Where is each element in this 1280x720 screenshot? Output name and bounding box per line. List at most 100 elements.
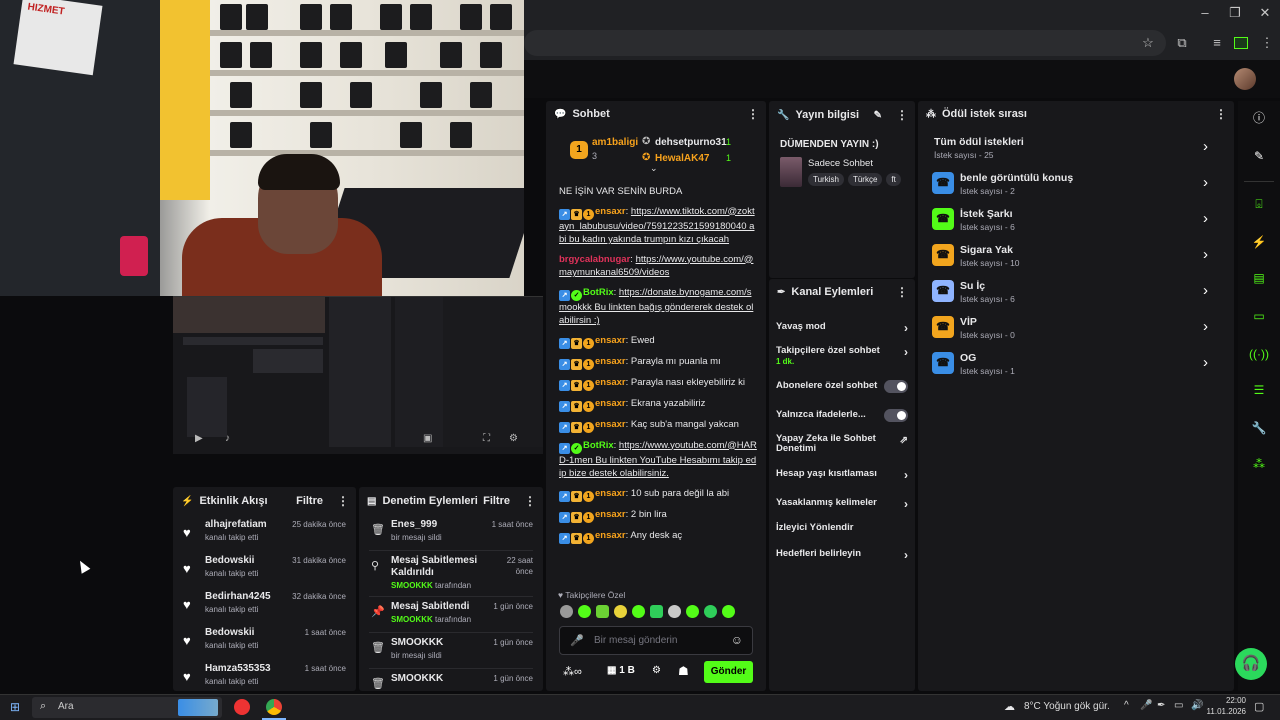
emote-icon[interactable] <box>596 605 609 618</box>
chat-username[interactable]: ensaxr <box>595 419 626 430</box>
category-thumbnail[interactable] <box>780 157 802 187</box>
document-icon[interactable]: ▤ <box>1246 265 1272 291</box>
feed-user[interactable]: Bedowskii <box>205 555 254 566</box>
chat-settings-icon[interactable]: ⚙ <box>652 665 661 676</box>
stream-preview[interactable]: ▶ ♪ ▣ ⛶ ⚙ <box>173 296 543 454</box>
reward-menu-icon[interactable]: ⋮ <box>1215 107 1227 121</box>
chat-menu-icon[interactable]: ⋮ <box>747 107 759 121</box>
account-age-action[interactable]: Hesap yaşı kısıtlaması › <box>776 468 908 482</box>
channel-actions-menu-icon[interactable]: ⋮ <box>896 285 908 299</box>
emote-icon[interactable] <box>614 605 627 618</box>
chat-username[interactable]: ensaxr <box>595 509 626 520</box>
moderation-filter-button[interactable]: Filtre <box>483 495 510 507</box>
reading-list-icon[interactable]: ≡ <box>1208 34 1226 52</box>
gifter-name[interactable]: HewalAK47 <box>655 153 709 164</box>
subs-only-toggle[interactable] <box>884 380 908 393</box>
bookmark-star-icon[interactable]: ☆ <box>1139 34 1157 52</box>
tag-chip[interactable]: Turkish <box>808 173 844 186</box>
wrench-icon[interactable]: 🔧 <box>1246 415 1272 441</box>
reward-icon[interactable]: ⁂ <box>1246 451 1272 477</box>
address-bar[interactable] <box>524 30 1166 56</box>
redirect-action[interactable]: İzleyici Yönlendir <box>776 522 908 533</box>
minimize-icon[interactable]: – <box>1196 4 1214 22</box>
send-button[interactable]: Gönder <box>704 661 753 683</box>
category-name[interactable]: Sadece Sohbet <box>808 158 873 169</box>
chrome-icon[interactable] <box>266 699 282 715</box>
ai-moderation-action[interactable]: Yapay Zeka ile Sohbet Denetimi ⇗ <box>776 434 908 454</box>
preview-settings-icon[interactable]: ⚙ <box>509 433 518 444</box>
chat-username[interactable]: ensaxr <box>595 488 626 499</box>
extension-badge-icon[interactable] <box>1234 37 1248 49</box>
preview-play-icon[interactable]: ▶ <box>195 433 203 444</box>
banned-words-action[interactable]: Yasaklanmış kelimeler › <box>776 497 908 511</box>
edit-pencil-icon[interactable]: ✎ <box>874 110 882 121</box>
preview-fullscreen-icon[interactable]: ⛶ <box>483 433 490 444</box>
tag-chip[interactable]: ft <box>886 173 901 186</box>
tag-chip[interactable]: Türkçe <box>847 173 883 186</box>
help-headset-button[interactable]: 🎧 <box>1235 648 1267 680</box>
app-icon[interactable] <box>234 699 250 715</box>
gifter-name[interactable]: am1baligi <box>592 137 638 148</box>
feed-user[interactable]: Hamza535353 <box>205 663 271 674</box>
feed-user[interactable]: Bedirhan4245 <box>205 591 271 602</box>
tools-icon[interactable]: ⁂∞ <box>563 665 582 678</box>
chat-input-box[interactable]: 🎤 Bir mesaj gönderin ☺ <box>559 626 753 655</box>
mod-actor[interactable]: SMOOKKK <box>391 581 433 590</box>
chat-username[interactable]: ensaxr <box>595 530 626 541</box>
chat-username[interactable]: ensaxr <box>595 398 626 409</box>
chat-bubble-icon[interactable]: ▭ <box>1246 303 1272 329</box>
windows-start-icon[interactable]: ⊞ <box>10 700 20 714</box>
network-icon[interactable]: ▭ <box>1174 700 1183 711</box>
preview-pip-icon[interactable]: ▣ <box>423 433 432 444</box>
reward-item[interactable]: ☎ benle görüntülü konuş İstek sayısı - 2… <box>932 172 1222 198</box>
gifter-name[interactable]: dehsetpurno31 <box>655 137 727 148</box>
reward-item[interactable]: ☎ OG İstek sayısı - 1 › <box>932 352 1222 378</box>
activity-filter-button[interactable]: Filtre <box>296 495 323 507</box>
preview-volume-icon[interactable]: ♪ <box>225 433 230 444</box>
feed-user[interactable]: Bedowskii <box>205 627 254 638</box>
chat-username[interactable]: ensaxr <box>595 206 626 217</box>
mod-title[interactable]: SMOOKKK <box>391 637 443 649</box>
points-counter[interactable]: ▦ 1 B <box>607 665 635 676</box>
close-icon[interactable]: ✕ <box>1256 4 1274 22</box>
chat-username[interactable]: brgycalabnugar <box>559 254 630 265</box>
activity-menu-icon[interactable]: ⋮ <box>337 494 349 508</box>
chat-input-placeholder[interactable]: Bir mesaj gönderin <box>594 635 677 646</box>
emote-icon[interactable] <box>650 605 663 618</box>
clock-date[interactable]: 11.01.2026 <box>1198 707 1246 716</box>
emote-icon[interactable] <box>578 605 591 618</box>
emote-icon[interactable] <box>668 605 681 618</box>
emote-icon[interactable] <box>686 605 699 618</box>
browser-menu-icon[interactable]: ⋮ <box>1258 34 1276 52</box>
goals-action[interactable]: Hedefleri belirleyin › <box>776 548 908 562</box>
broadcast-icon[interactable]: ((·)) <box>1246 341 1272 367</box>
camera-focus-icon[interactable]: ⌻ <box>1246 191 1272 217</box>
followers-only-action[interactable]: Takipçilere özel sohbet 1 dk. › <box>776 345 908 367</box>
clock-time[interactable]: 22:00 <box>1198 696 1246 705</box>
microphone-icon[interactable]: 🎤 <box>570 634 584 647</box>
emote-icon[interactable] <box>560 605 573 618</box>
reward-item[interactable]: ☎ VİP İstek sayısı - 0 › <box>932 316 1222 342</box>
tray-chevron-icon[interactable]: ^ <box>1124 700 1129 711</box>
pen-icon[interactable]: ✒ <box>1157 700 1165 711</box>
mod-title[interactable]: Enes_999 <box>391 519 437 531</box>
stream-info-menu-icon[interactable]: ⋮ <box>896 108 908 122</box>
emotes-only-toggle[interactable] <box>884 409 908 422</box>
slow-mode-action[interactable]: Yavaş mod › <box>776 321 908 335</box>
emote-icon[interactable] <box>722 605 735 618</box>
edit-pencil-icon[interactable]: ✎ <box>1246 143 1272 169</box>
notifications-icon[interactable]: ▢ <box>1254 700 1264 713</box>
mod-actor[interactable]: SMOOKKK <box>391 615 433 624</box>
chat-username[interactable]: ensaxr <box>595 335 626 346</box>
emoji-icon[interactable]: ☺ <box>731 633 743 647</box>
feed-user[interactable]: alhajrefatiam <box>205 519 267 530</box>
microphone-icon[interactable]: 🎤 <box>1140 700 1152 711</box>
chat-username[interactable]: BotRix <box>583 440 614 451</box>
chat-username[interactable]: BotRix <box>583 287 614 298</box>
chat-username[interactable]: ensaxr <box>595 377 626 388</box>
reward-item[interactable]: ☎ Su İç İstek sayısı - 6 › <box>932 280 1222 306</box>
emote-icon[interactable] <box>704 605 717 618</box>
info-icon[interactable]: ⓘ <box>1246 105 1272 131</box>
maximize-icon[interactable]: ❐ <box>1226 4 1244 22</box>
bot-icon[interactable]: ☗ <box>678 664 689 678</box>
